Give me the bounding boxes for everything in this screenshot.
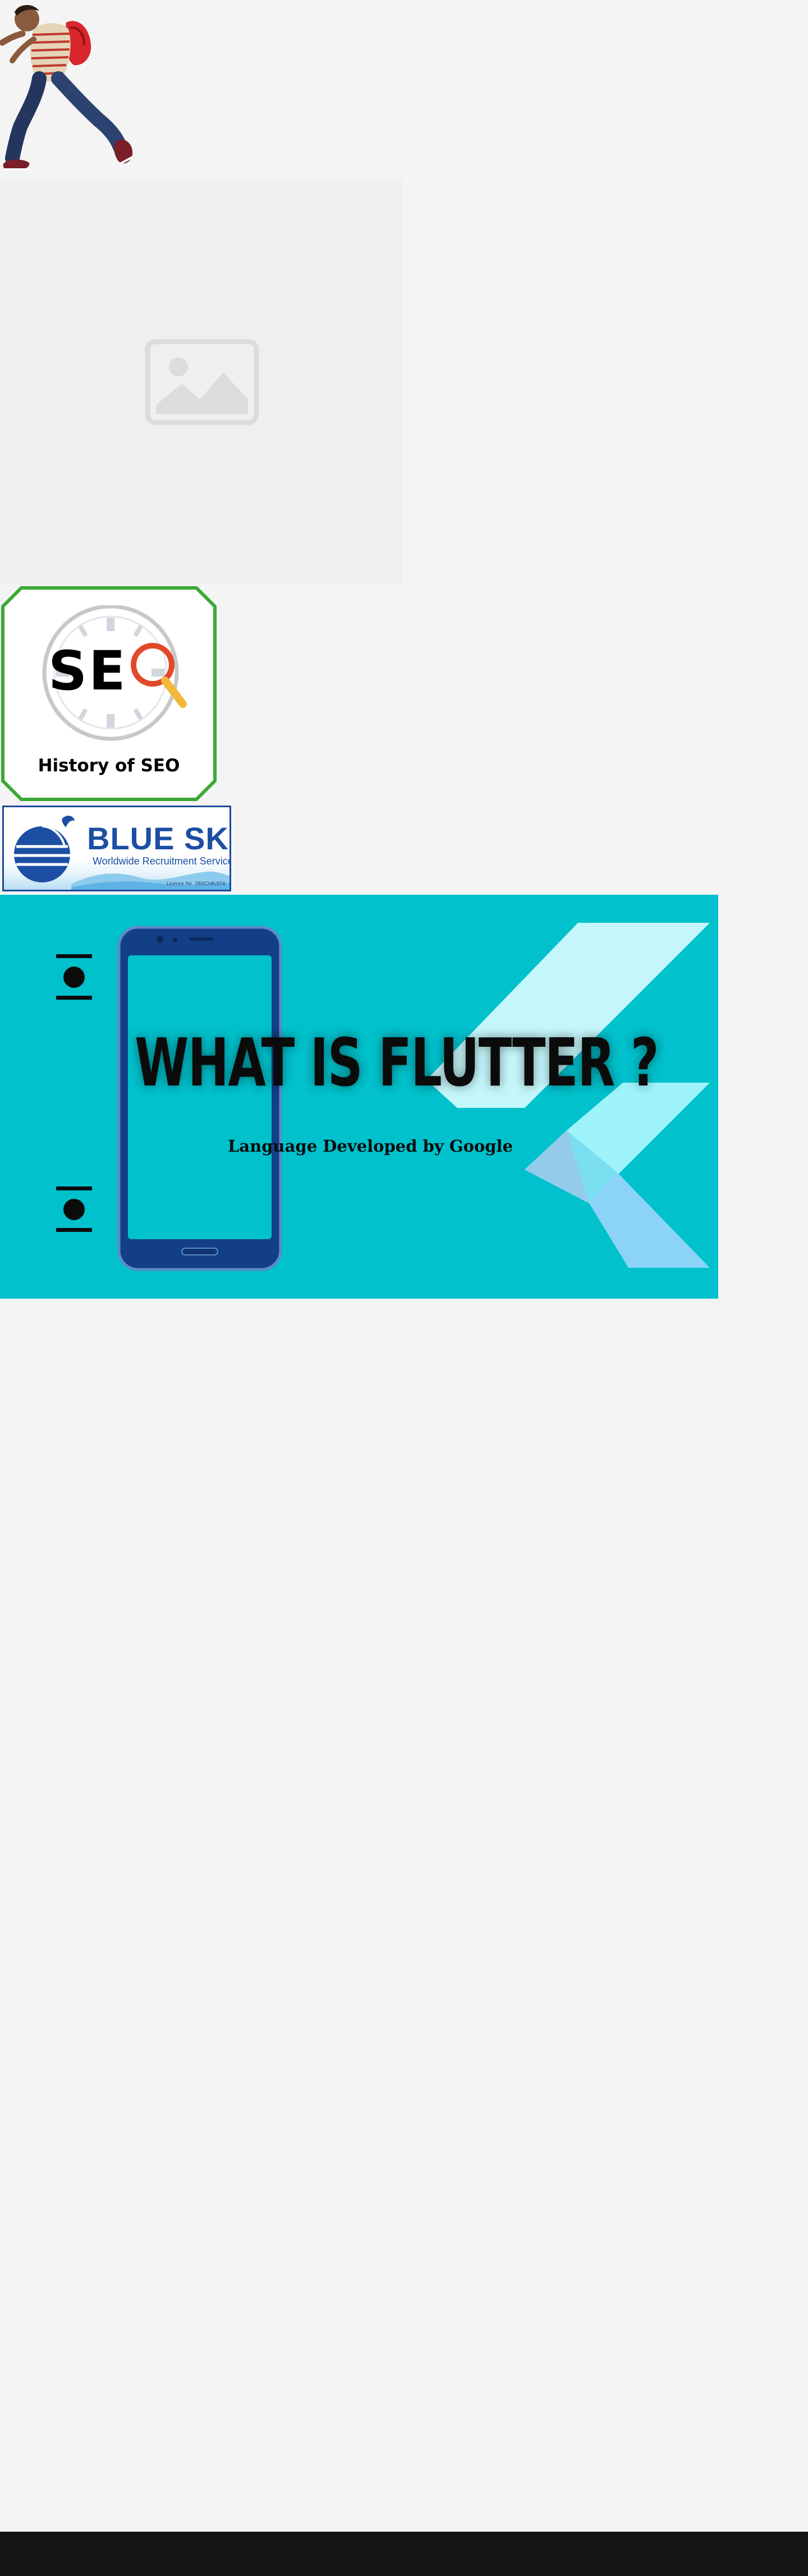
- blue-sky-subtitle: Worldwide Recruitment Services: [93, 855, 231, 867]
- svg-text:E: E: [89, 640, 126, 702]
- seo-history-card[interactable]: S E History of SEO: [1, 586, 217, 801]
- flutter-banner-title: WHAT IS FLUTTER ?: [135, 1024, 659, 1101]
- seo-card-title: History of SEO: [38, 756, 180, 776]
- slide-indicator-icon[interactable]: [56, 953, 92, 1000]
- footer-bar: [0, 2532, 808, 2576]
- svg-text:S: S: [48, 640, 87, 702]
- image-placeholder-icon: [145, 339, 259, 425]
- blue-sky-recruitment-banner[interactable]: BLUE SKY Worldwide Recruitment Services …: [2, 806, 231, 891]
- blue-sky-license: Licence No. 280/CHK/374: [166, 881, 225, 886]
- jumping-person-illustration: [0, 4, 133, 171]
- blue-sky-title: BLUE SKY: [87, 821, 229, 856]
- seo-magnifier-icon: S E: [40, 605, 192, 746]
- slide-indicator-icon[interactable]: [56, 1185, 92, 1232]
- sky-wave-decoration: [71, 871, 229, 890]
- flutter-banner-subtitle: Language Developed by Google: [228, 1137, 513, 1156]
- image-placeholder: [0, 181, 403, 583]
- what-is-flutter-banner[interactable]: WHAT IS FLUTTER ? Language Developed by …: [0, 895, 718, 1299]
- globe-bird-logo-icon: [14, 816, 75, 882]
